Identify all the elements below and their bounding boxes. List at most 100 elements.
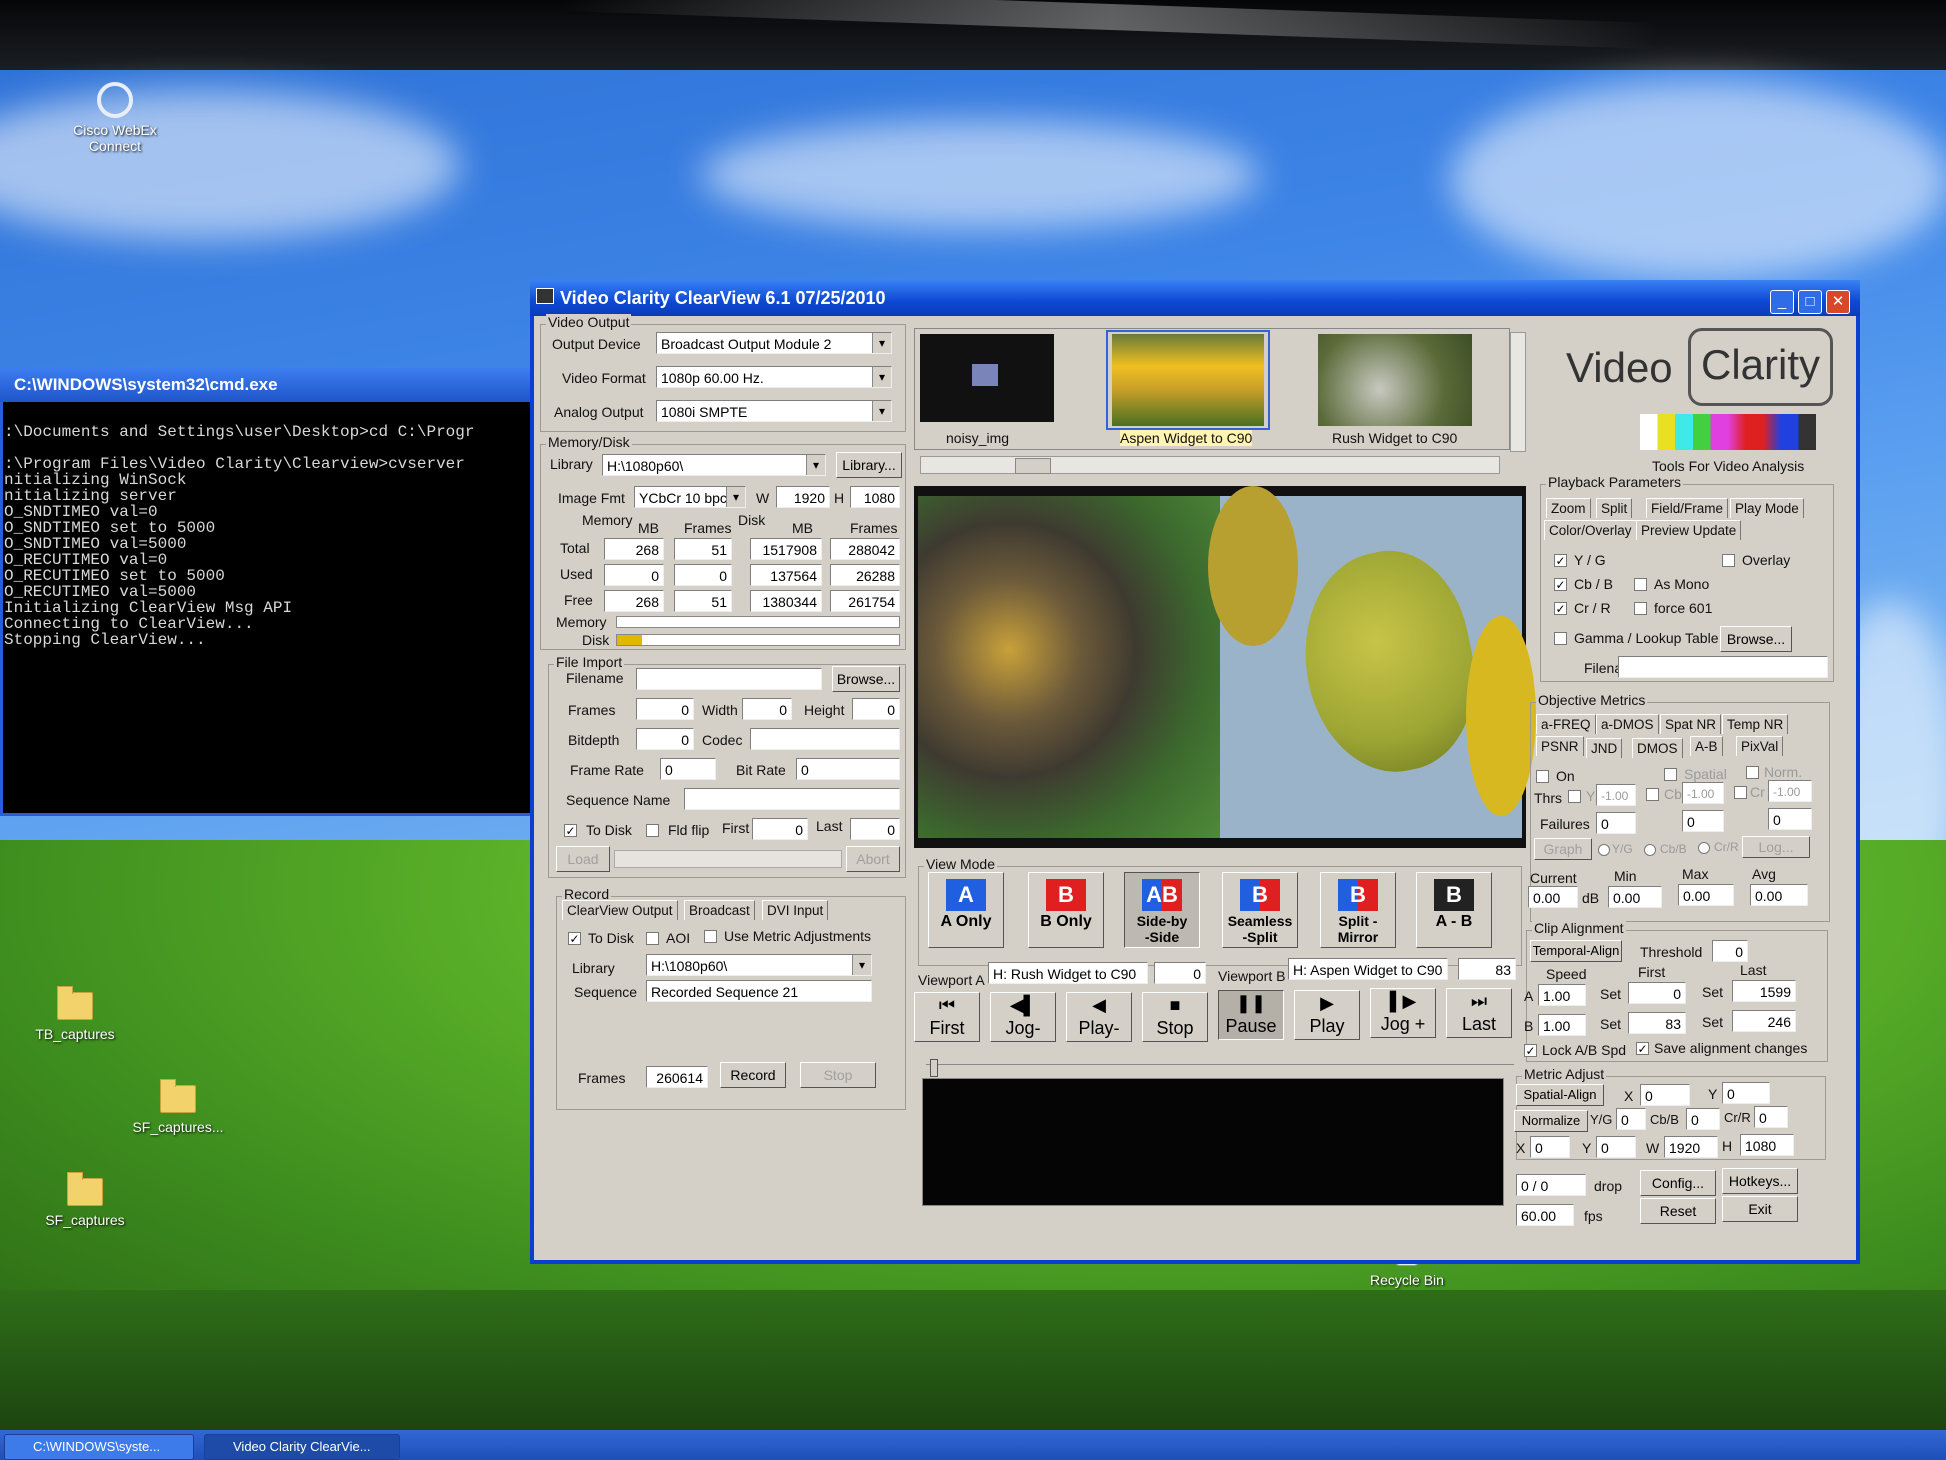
- scroll-thumb[interactable]: [1015, 458, 1051, 474]
- clip-browser-vscroll[interactable]: [1510, 332, 1526, 452]
- overlay-checkbox[interactable]: [1722, 554, 1735, 567]
- bit-rate-field[interactable]: 0: [796, 758, 900, 780]
- minimize-button[interactable]: _: [1770, 290, 1794, 314]
- tab-play-mode[interactable]: Play Mode: [1730, 498, 1804, 518]
- a-minus-b-button[interactable]: B A - B: [1416, 872, 1492, 948]
- aoi-checkbox[interactable]: [646, 932, 659, 945]
- library-select[interactable]: H:\1080p60\: [602, 454, 826, 476]
- log-button[interactable]: Log...: [1742, 836, 1810, 858]
- browse-button[interactable]: Browse...: [832, 666, 900, 692]
- side-by-side-button[interactable]: AB Side-by -Side: [1124, 872, 1200, 948]
- tab-zoom[interactable]: Zoom: [1546, 498, 1591, 518]
- tab-split[interactable]: Split: [1596, 498, 1633, 518]
- video-format-select[interactable]: 1080p 60.00 Hz.: [656, 366, 892, 388]
- gamma-checkbox[interactable]: [1554, 632, 1567, 645]
- aoi-h-field[interactable]: 1080: [1740, 1134, 1794, 1156]
- height-input[interactable]: 0: [852, 698, 900, 720]
- library-button[interactable]: Library...: [836, 452, 902, 478]
- taskbar-item-cmd[interactable]: C:\WINDOWS\syste...: [4, 1434, 194, 1460]
- thr-cr-checkbox[interactable]: [1734, 786, 1747, 799]
- bitdepth-field[interactable]: 0: [636, 728, 694, 750]
- fld-flip-checkbox[interactable]: [646, 824, 659, 837]
- as-mono-checkbox[interactable]: [1634, 578, 1647, 591]
- spatial-checkbox[interactable]: [1664, 768, 1677, 781]
- a-last-stepper[interactable]: 1599: [1732, 980, 1796, 1002]
- b-first-stepper[interactable]: 83: [1628, 1012, 1686, 1034]
- align-y-field[interactable]: 0: [1722, 1082, 1770, 1104]
- record-library-select[interactable]: H:\1080p60\: [646, 954, 872, 976]
- tab-preview-update[interactable]: Preview Update: [1636, 520, 1742, 540]
- stop-button[interactable]: ■ Stop: [1142, 992, 1208, 1042]
- record-button[interactable]: Record: [720, 1062, 786, 1088]
- sequence-name-input[interactable]: [684, 788, 900, 810]
- norm-cbb-field[interactable]: 0: [1686, 1108, 1720, 1130]
- tab-a-b[interactable]: A-B: [1690, 736, 1723, 756]
- reset-button[interactable]: Reset: [1640, 1198, 1716, 1224]
- a-speed-stepper[interactable]: 1.00: [1538, 984, 1586, 1006]
- b-last-stepper[interactable]: 246: [1732, 1010, 1796, 1032]
- viewport-b-frame[interactable]: 83: [1458, 958, 1516, 980]
- last-button[interactable]: ⏭ Last: [1446, 988, 1512, 1038]
- jog-back-button[interactable]: ◀▌ Jog-: [990, 992, 1056, 1042]
- a-first-stepper[interactable]: 0: [1628, 982, 1686, 1004]
- frame-rate-field[interactable]: 0: [660, 758, 716, 780]
- stop-record-button[interactable]: Stop: [800, 1062, 876, 1088]
- seamless-split-button[interactable]: B Seamless -Split: [1222, 872, 1298, 948]
- b-only-button[interactable]: B B Only: [1028, 872, 1104, 948]
- tab-psnr[interactable]: PSNR: [1536, 736, 1584, 756]
- close-button[interactable]: ✕: [1826, 290, 1850, 314]
- aoi-w-field[interactable]: 1920: [1664, 1136, 1718, 1158]
- height-field[interactable]: 1080: [850, 486, 900, 508]
- radio-cbb[interactable]: [1644, 844, 1656, 856]
- tab-field-frame[interactable]: Field/Frame: [1646, 498, 1729, 518]
- threshold-field[interactable]: 0: [1712, 940, 1748, 962]
- thr-y-checkbox[interactable]: [1568, 790, 1581, 803]
- clip-thumbnail-noisy-img[interactable]: [920, 334, 1054, 422]
- norm-yg-field[interactable]: 0: [1616, 1108, 1646, 1130]
- crr-checkbox[interactable]: ✓: [1554, 602, 1567, 615]
- pause-button[interactable]: ❚❚ Pause: [1218, 990, 1284, 1040]
- play-reverse-button[interactable]: ◀ Play-: [1066, 992, 1132, 1042]
- desktop-icon-webex[interactable]: Cisco WebEx Connect: [60, 82, 170, 154]
- first-button[interactable]: ⏮ First: [914, 992, 980, 1042]
- image-fmt-select[interactable]: YCbCr 10 bpc: [634, 486, 746, 508]
- abort-button[interactable]: Abort: [846, 846, 900, 872]
- tab-broadcast[interactable]: Broadcast: [684, 900, 755, 920]
- split-mirror-button[interactable]: B Split - Mirror: [1320, 872, 1396, 948]
- tab-a-dmos[interactable]: a-DMOS: [1596, 714, 1659, 734]
- clip-browser-hscroll[interactable]: [920, 456, 1500, 474]
- first-field[interactable]: 0: [752, 818, 808, 840]
- b-speed-stepper[interactable]: 1.00: [1538, 1014, 1586, 1036]
- record-to-disk-checkbox[interactable]: ✓: [568, 932, 581, 945]
- tab-spat-nr[interactable]: Spat NR: [1660, 714, 1722, 734]
- codec-field[interactable]: [750, 728, 900, 750]
- tab-dvi-input[interactable]: DVI Input: [762, 900, 829, 920]
- yg-checkbox[interactable]: ✓: [1554, 554, 1567, 567]
- a-only-button[interactable]: A A Only: [928, 872, 1004, 948]
- aoi-x-field[interactable]: 0: [1530, 1136, 1570, 1158]
- load-button[interactable]: Load: [556, 846, 610, 872]
- viewport-a-clip[interactable]: H: Rush Widget to C90: [988, 962, 1148, 984]
- norm-crr-field[interactable]: 0: [1754, 1106, 1788, 1128]
- tab-temp-nr[interactable]: Temp NR: [1722, 714, 1789, 734]
- viewport-a-frame[interactable]: 0: [1154, 962, 1206, 984]
- temporal-align-button[interactable]: Temporal-Align: [1530, 940, 1622, 962]
- jog-forward-button[interactable]: ▌▶ Jog +: [1370, 988, 1436, 1038]
- timeline-thumb[interactable]: [930, 1059, 938, 1077]
- play-button[interactable]: ▶ Play: [1294, 990, 1360, 1040]
- gamma-browse-button[interactable]: Browse...: [1720, 626, 1792, 652]
- last-field[interactable]: 0: [850, 818, 900, 840]
- output-device-select[interactable]: Broadcast Output Module 2: [656, 332, 892, 354]
- width-field[interactable]: 1920: [776, 486, 830, 508]
- cmd-title-bar[interactable]: C:\WINDOWS\system32\cmd.exe: [0, 368, 540, 402]
- spatial-align-button[interactable]: Spatial-Align: [1516, 1084, 1604, 1106]
- thr-cb-field[interactable]: -1.00: [1682, 782, 1724, 804]
- desktop-icon-tb-captures[interactable]: TB_captures: [20, 986, 130, 1042]
- thr-cr-field[interactable]: -1.00: [1768, 780, 1812, 802]
- to-disk-checkbox[interactable]: ✓: [564, 824, 577, 837]
- metric-adjust-checkbox[interactable]: [704, 930, 717, 943]
- force-601-checkbox[interactable]: [1634, 602, 1647, 615]
- hotkeys-button[interactable]: Hotkeys...: [1722, 1168, 1798, 1194]
- tab-pixval[interactable]: PixVal: [1736, 736, 1784, 756]
- config-button[interactable]: Config...: [1640, 1170, 1716, 1196]
